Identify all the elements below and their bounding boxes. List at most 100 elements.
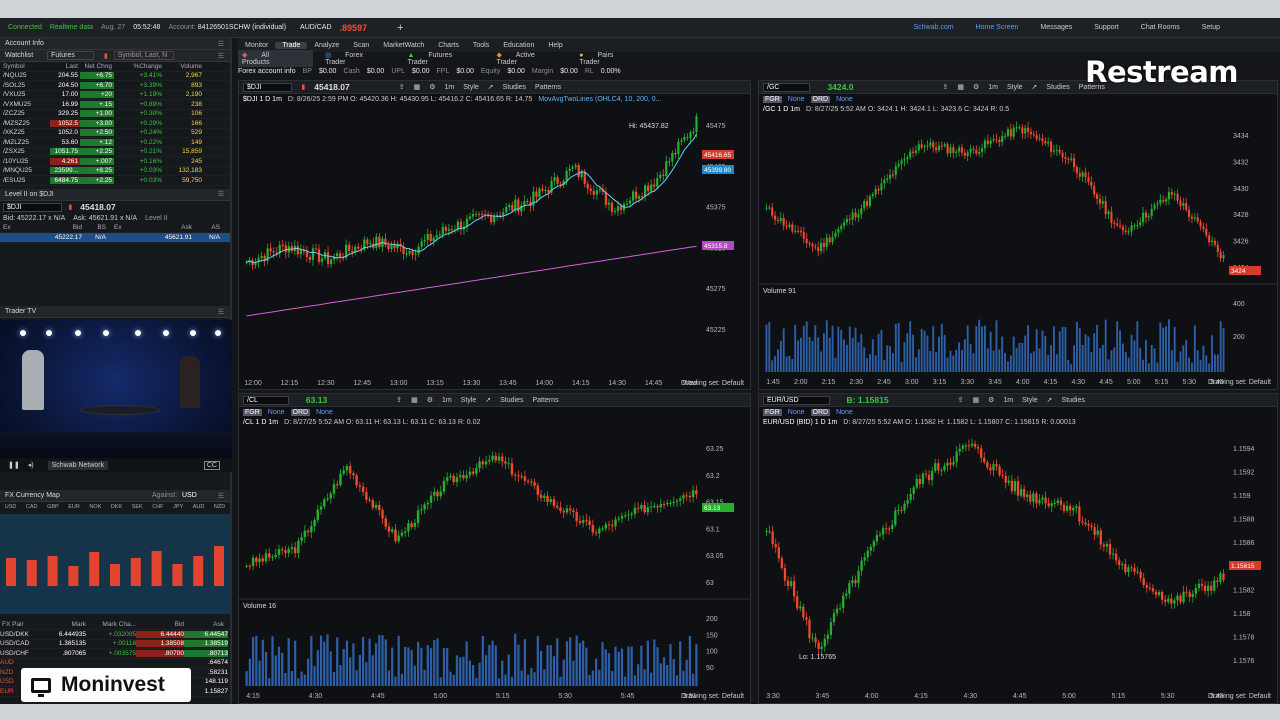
fx-col-bid[interactable]: Bid (136, 621, 184, 628)
watchlist-row[interactable]: /ZCZ25 329.25 +1.00 +0.30% 106 (0, 110, 230, 119)
tv-network-selector[interactable]: Schwab Network (47, 460, 109, 470)
menu-charts[interactable]: Charts (431, 42, 466, 49)
drawing-set-label[interactable]: Drawing set: Default (681, 693, 744, 700)
watchlist-row[interactable]: /10YU25 4.261 +.007 +0.16% 245 (0, 157, 230, 167)
pause-icon[interactable]: ❚❚ (8, 461, 20, 469)
chart-gc[interactable]: /GC 3424.0 ⇪ ▦ ⚙ 1m Style ➚ Studies Patt… (758, 80, 1278, 390)
subtab-futures-trader[interactable]: ▲ Futures Trader (408, 52, 485, 66)
flag-icon[interactable]: ▮ (104, 52, 108, 60)
fx-code[interactable]: USD (5, 504, 17, 513)
trader-tv-menu-icon[interactable]: ☰ (218, 308, 224, 316)
fx-row[interactable]: AUD .64674 (0, 659, 230, 668)
grid-icon[interactable]: ▦ (414, 83, 421, 91)
chart-dji[interactable]: $DJI ▮ 45418.07 ⇪ ▦ ⚙ 1m Style ➚ Studies… (238, 80, 751, 390)
watchlist-row[interactable]: /VXMU25 16.99 +.15 +0.89% 238 (0, 100, 230, 110)
gear-icon[interactable]: ⚙ (427, 396, 433, 404)
fx-code[interactable]: NOK (89, 504, 101, 513)
fx-code[interactable]: EUR (68, 504, 80, 513)
interval-selector[interactable]: 1m (1003, 397, 1013, 404)
dji-candles-plot[interactable]: 45475454254537545325452754522512:0012:15… (239, 104, 750, 389)
watchlist-row[interactable]: /NQU25 204.55 +6.75 +3.41% 2,967 (0, 72, 230, 81)
studies-menu[interactable]: Studies (1046, 84, 1069, 91)
col-symbol[interactable]: Symbol (0, 63, 50, 70)
ord-badge[interactable]: ORD (290, 408, 311, 416)
menu-help[interactable]: Help (541, 42, 569, 49)
style-menu[interactable]: Style (463, 84, 479, 91)
watchlist-row[interactable]: /MZLZ25 53.60 +.12 +0.22% 149 (0, 138, 230, 148)
eurusd-candles-plot[interactable]: 1.15941.15921.1591.15881.15861.15841.158… (759, 427, 1277, 702)
share-icon[interactable]: ⇪ (399, 83, 405, 91)
fgr-badge[interactable]: FGR (763, 408, 782, 416)
watchlist-row[interactable]: /XKZ25 1052.0 +2.50 +0.24% 529 (0, 129, 230, 138)
account-selector[interactable]: 84126501SCHW (individual) (198, 24, 286, 31)
gear-icon[interactable]: ⚙ (429, 83, 435, 91)
gc-candles-plot[interactable]: 3434 3432 3430 3428 3426 3424 1:45 2:00 2:15 2:30… (759, 114, 1277, 388)
fx-row[interactable]: USD/DKK 6.444935 +.032005 6.44440 6.44547 (0, 630, 230, 640)
watchlist-row[interactable]: /MNQU25 23599... +8.25 +0.03% 132,183 (0, 167, 230, 176)
setup-link[interactable]: Setup (1202, 24, 1220, 31)
cc-icon[interactable]: CC (203, 460, 220, 470)
gear-icon[interactable]: ⚙ (973, 83, 979, 91)
menu-education[interactable]: Education (496, 42, 541, 49)
menu-tools[interactable]: Tools (466, 42, 496, 49)
fx-code[interactable]: JPY (173, 504, 183, 513)
schwab-link[interactable]: Schwab.com (913, 24, 953, 31)
fx-code[interactable]: CHF (152, 504, 163, 513)
volume-icon[interactable]: ◂) (28, 461, 34, 469)
chart-eurusd[interactable]: EUR/USD B: 1.15815 ⇪ ▦ ⚙ 1m Style ➚ Stud… (758, 393, 1278, 704)
col-last[interactable]: Last (50, 63, 80, 70)
menu-trade[interactable]: Trade (275, 41, 308, 49)
flag-icon[interactable]: ▮ (301, 83, 305, 91)
cl-candles-plot[interactable]: 63.2563.263.1563.163.05634:154:304:455:0… (239, 427, 750, 702)
fx-row[interactable]: USD/CHF .807065 +.003575.80700.80713 (0, 649, 230, 659)
fx-code[interactable]: NZD (214, 504, 225, 513)
cursor-icon[interactable]: ➚ (488, 83, 494, 91)
chart-symbol-input[interactable]: $DJI (243, 82, 293, 92)
chart-symbol-input[interactable]: /CL (243, 395, 289, 405)
watchlist-row[interactable]: /ZSX25 1051.75 +2.25 +0.21% 15,859 (0, 148, 230, 157)
fx-code[interactable]: AUD (193, 504, 205, 513)
subtab-pairs-trader[interactable]: ● Pairs Trader (579, 52, 646, 66)
ord-badge[interactable]: ORD (810, 95, 831, 103)
ord-badge[interactable]: ORD (810, 408, 831, 416)
share-icon[interactable]: ⇪ (942, 83, 948, 91)
fx-menu-icon[interactable]: ☰ (218, 492, 224, 500)
fx-row[interactable]: USD/CAD 1.385135 +.00118 1.38508 1.38519 (0, 640, 230, 649)
fx-code[interactable]: SEK (132, 504, 143, 513)
menu-marketwatch[interactable]: MarketWatch (376, 42, 431, 49)
style-menu[interactable]: Style (461, 397, 477, 404)
studies-menu[interactable]: Studies (1062, 397, 1085, 404)
col-net-change[interactable]: Net Chng (80, 63, 114, 70)
share-icon[interactable]: ⇪ (396, 396, 402, 404)
menu-analyze[interactable]: Analyze (307, 42, 346, 49)
gear-icon[interactable]: ⚙ (988, 396, 994, 404)
fx-against-currency[interactable]: USD (182, 492, 197, 499)
messages-link[interactable]: Messages (1040, 24, 1072, 31)
fgr-badge[interactable]: FGR (243, 408, 262, 416)
home-screen-link[interactable]: Home Screen (976, 24, 1019, 31)
grid-icon[interactable]: ▦ (972, 396, 979, 404)
cursor-icon[interactable]: ➚ (1032, 83, 1038, 91)
fx-col-mark-change[interactable]: Mark Cha... (86, 621, 136, 628)
grid-icon[interactable]: ▦ (411, 396, 418, 404)
level2-symbol-input[interactable]: $DJI (3, 202, 63, 212)
studies-menu[interactable]: Studies (503, 84, 526, 91)
watchlist-row[interactable]: /SOL25 204.50 +6.70 +3.39% 893 (0, 81, 230, 91)
patterns-menu[interactable]: Patterns (535, 84, 561, 91)
watchlist-row[interactable]: /VXU25 17.00 +20 +1.19% 2,190 (0, 91, 230, 100)
studies-menu[interactable]: Studies (500, 397, 523, 404)
chart-cl[interactable]: /CL 63.13 ⇪ ▦ ⚙ 1m Style ➚ Studies Patte… (238, 393, 751, 704)
subtab-forex-trader[interactable]: ◎ Forex Trader (325, 51, 395, 66)
menu-monitor[interactable]: Monitor (238, 42, 275, 49)
chat-rooms-link[interactable]: Chat Rooms (1141, 24, 1180, 31)
interval-selector[interactable]: 1m (442, 397, 452, 404)
interval-selector[interactable]: 1m (445, 84, 455, 91)
chart-symbol-input[interactable]: /GC (763, 82, 811, 92)
subtab-all-products[interactable]: ◆ All Products (238, 50, 314, 67)
chart-symbol-input[interactable]: EUR/USD (763, 395, 830, 405)
fgr-badge[interactable]: FGR (763, 95, 782, 103)
watchlist-selector[interactable]: Futures (47, 51, 94, 60)
support-link[interactable]: Support (1094, 24, 1119, 31)
col-pct-change[interactable]: %Change (114, 63, 162, 70)
cursor-icon[interactable]: ➚ (1047, 396, 1053, 404)
